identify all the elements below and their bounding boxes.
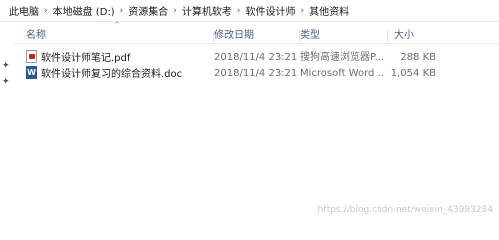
file-date: 2018/11/4 23:21 <box>214 68 298 79</box>
chevron-right-icon[interactable]: › <box>118 6 126 16</box>
column-header-date[interactable]: 修改日期 <box>208 28 300 44</box>
breadcrumb-resource-collection[interactable]: 资源集合 <box>125 3 171 18</box>
navigation-pane: ✦ ✦ <box>0 22 14 219</box>
breadcrumb-other-materials[interactable]: 其他资料 <box>306 3 352 18</box>
pin-icon[interactable]: ✦ <box>2 62 11 71</box>
sort-up-icon: ^ <box>114 21 120 29</box>
address-bar[interactable]: 此电脑 › 本地磁盘 (D:) › 资源集合 › 计算机软考 › 软件设计师 ›… <box>0 0 499 22</box>
file-size: 1,054 KB <box>390 68 436 79</box>
file-name: 软件设计师复习的综合资料.doc <box>41 69 183 80</box>
breadcrumb-computer-exam[interactable]: 计算机软考 <box>179 3 235 18</box>
chevron-right-icon[interactable]: › <box>42 6 50 16</box>
column-header-type[interactable]: 类型 <box>294 28 388 44</box>
file-name: 软件设计师笔记.pdf <box>41 53 131 64</box>
word-file-icon <box>26 66 37 79</box>
watermark: https://blog.csdn.net/weixin_43993284 <box>317 205 493 215</box>
pdf-file-icon <box>26 50 37 63</box>
file-type: Microsoft Word ... <box>300 68 384 79</box>
breadcrumb-software-designer[interactable]: 软件设计师 <box>243 3 299 18</box>
file-size: 288 KB <box>400 52 436 63</box>
file-type: 搜狗高速浏览器P... <box>300 52 384 63</box>
chevron-right-icon[interactable]: › <box>235 6 243 16</box>
file-date: 2018/11/4 23:21 <box>214 52 298 63</box>
file-row[interactable]: 软件设计师笔记.pdf 2018/11/4 23:21 搜狗高速浏览器P... … <box>14 50 499 66</box>
chevron-right-icon[interactable]: › <box>299 6 307 16</box>
breadcrumb-this-pc[interactable]: 此电脑 <box>6 3 42 18</box>
file-row[interactable]: 软件设计师复习的综合资料.doc 2018/11/4 23:21 Microso… <box>14 66 499 82</box>
column-headers: ^ 名称 修改日期 类型 大小 <box>14 22 499 44</box>
column-header-size[interactable]: 大小 <box>388 28 448 44</box>
file-list: ^ 名称 修改日期 类型 大小 软件设计师笔记.pdf 2018/11/4 23… <box>14 22 499 219</box>
breadcrumb-local-disk-d[interactable]: 本地磁盘 (D:) <box>50 3 118 18</box>
pin-icon[interactable]: ✦ <box>2 78 11 87</box>
chevron-right-icon[interactable]: › <box>171 6 179 16</box>
column-header-name[interactable]: ^ 名称 <box>20 22 214 44</box>
